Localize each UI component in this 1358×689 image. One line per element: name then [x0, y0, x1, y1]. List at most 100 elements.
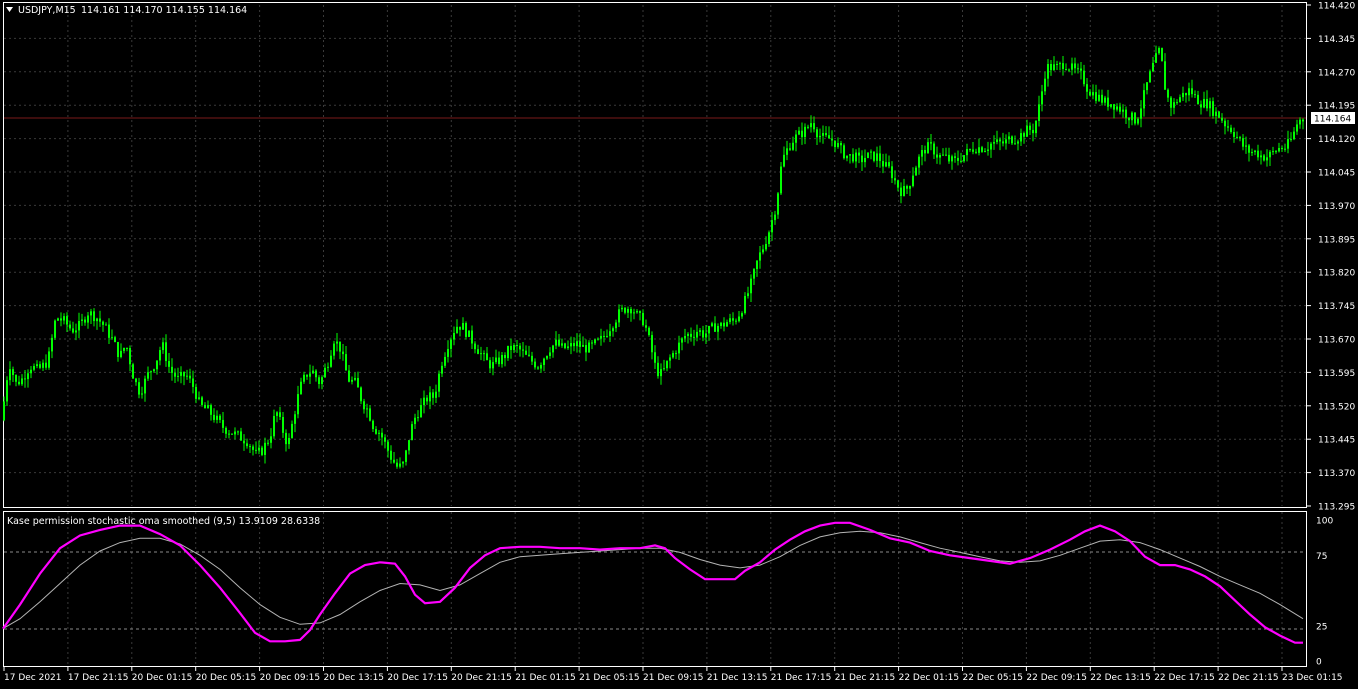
candle-body: [528, 354, 530, 356]
candle-body: [804, 126, 806, 138]
candle-body: [147, 372, 149, 379]
price-tick-label: 114.270: [1318, 68, 1355, 78]
candle-body: [429, 392, 431, 402]
candle-body: [1209, 101, 1211, 109]
chart-canvas[interactable]: USDJPY,M15 114.161 114.170 114.155 114.1…: [0, 0, 1358, 689]
candle-body: [867, 152, 869, 158]
candle-body: [723, 322, 725, 327]
candle-body: [444, 356, 446, 366]
candle-body: [345, 354, 347, 371]
dropdown-triangle-icon[interactable]: [6, 7, 13, 12]
candle-body: [417, 417, 419, 419]
time-tick-label: 20 Dec 05:15: [196, 673, 257, 683]
candle-body: [1146, 82, 1148, 91]
candle-body: [558, 339, 560, 346]
candle-body: [1140, 108, 1142, 119]
candle-body: [315, 370, 317, 378]
candle-body: [492, 362, 494, 369]
candle-body: [921, 149, 923, 157]
candle-body: [336, 341, 338, 344]
price-tick-label: 113.895: [1318, 235, 1355, 245]
candle-body: [1044, 78, 1046, 92]
candle-body: [1002, 141, 1004, 144]
candle-body: [297, 394, 299, 415]
candle-body: [1035, 120, 1037, 134]
candle-body: [1239, 137, 1241, 139]
candle-body: [339, 341, 341, 352]
candle-body: [627, 308, 629, 313]
candle-body: [78, 320, 80, 331]
candle-body: [1161, 48, 1163, 62]
candle-body: [1116, 106, 1118, 110]
candle-body: [1185, 92, 1187, 96]
candle-body: [1014, 143, 1016, 145]
candle-body: [30, 369, 32, 374]
candle-body: [1053, 64, 1055, 71]
candle-body: [477, 349, 479, 354]
candle-body: [687, 333, 689, 336]
candle-body: [726, 322, 728, 327]
candle-body: [693, 336, 695, 338]
candle-body: [33, 366, 35, 370]
time-tick-label: 23 Dec 01:15: [1282, 673, 1343, 683]
candle-body: [354, 377, 356, 380]
candle-body: [468, 330, 470, 337]
candle-body: [93, 311, 95, 322]
candle-body: [447, 348, 449, 357]
candle-body: [606, 336, 608, 338]
candle-body: [483, 353, 485, 355]
candle-body: [1215, 111, 1217, 116]
candle-body: [711, 323, 713, 327]
candle-body: [237, 431, 239, 433]
candle-body: [183, 371, 185, 377]
candle-body: [234, 431, 236, 435]
time-tick-label: 22 Dec 17:15: [1154, 673, 1215, 683]
candle-body: [744, 296, 746, 314]
candle-body: [1047, 64, 1049, 79]
candle-body: [1248, 145, 1250, 153]
candle-body: [924, 149, 926, 154]
candle-body: [36, 364, 38, 367]
candle-body: [195, 386, 197, 399]
candle-body: [621, 307, 623, 310]
candle-body: [654, 352, 656, 363]
candle-body: [90, 311, 92, 316]
candle-body: [1158, 48, 1160, 54]
candle-body: [960, 160, 962, 162]
candle-body: [1224, 120, 1226, 127]
candle-body: [900, 187, 902, 196]
candle-body: [870, 151, 872, 153]
candle-body: [552, 345, 554, 353]
time-tick-label: 20 Dec 21:15: [451, 673, 512, 683]
candle-body: [690, 333, 692, 337]
candle-body: [291, 423, 293, 438]
candle-body: [1143, 90, 1145, 109]
candle-body: [942, 154, 944, 156]
candle-body: [645, 325, 647, 328]
candle-body: [321, 377, 323, 384]
candle-body: [15, 374, 17, 382]
candle-body: [1083, 70, 1085, 85]
candle-body: [411, 424, 413, 441]
candle-body: [1101, 94, 1103, 103]
candle-body: [1182, 92, 1184, 98]
candle-body: [1188, 88, 1190, 96]
candle-body: [1065, 69, 1067, 71]
candle-body: [705, 333, 707, 338]
candle-body: [873, 151, 875, 161]
candle-body: [1191, 88, 1193, 95]
candle-body: [1302, 119, 1304, 122]
time-tick-label: 20 Dec 09:15: [260, 673, 321, 683]
candle-body: [969, 149, 971, 151]
candle-body: [534, 361, 536, 368]
candle-body: [138, 382, 140, 395]
candle-body: [570, 343, 572, 347]
candle-body: [72, 328, 74, 333]
candle-body: [1026, 125, 1028, 137]
candle-body: [399, 463, 401, 467]
candle-body: [57, 318, 59, 321]
candlestick-series[interactable]: [3, 45, 1304, 469]
candle-body: [432, 392, 434, 398]
candle-body: [1296, 124, 1298, 132]
candle-body: [933, 143, 935, 155]
